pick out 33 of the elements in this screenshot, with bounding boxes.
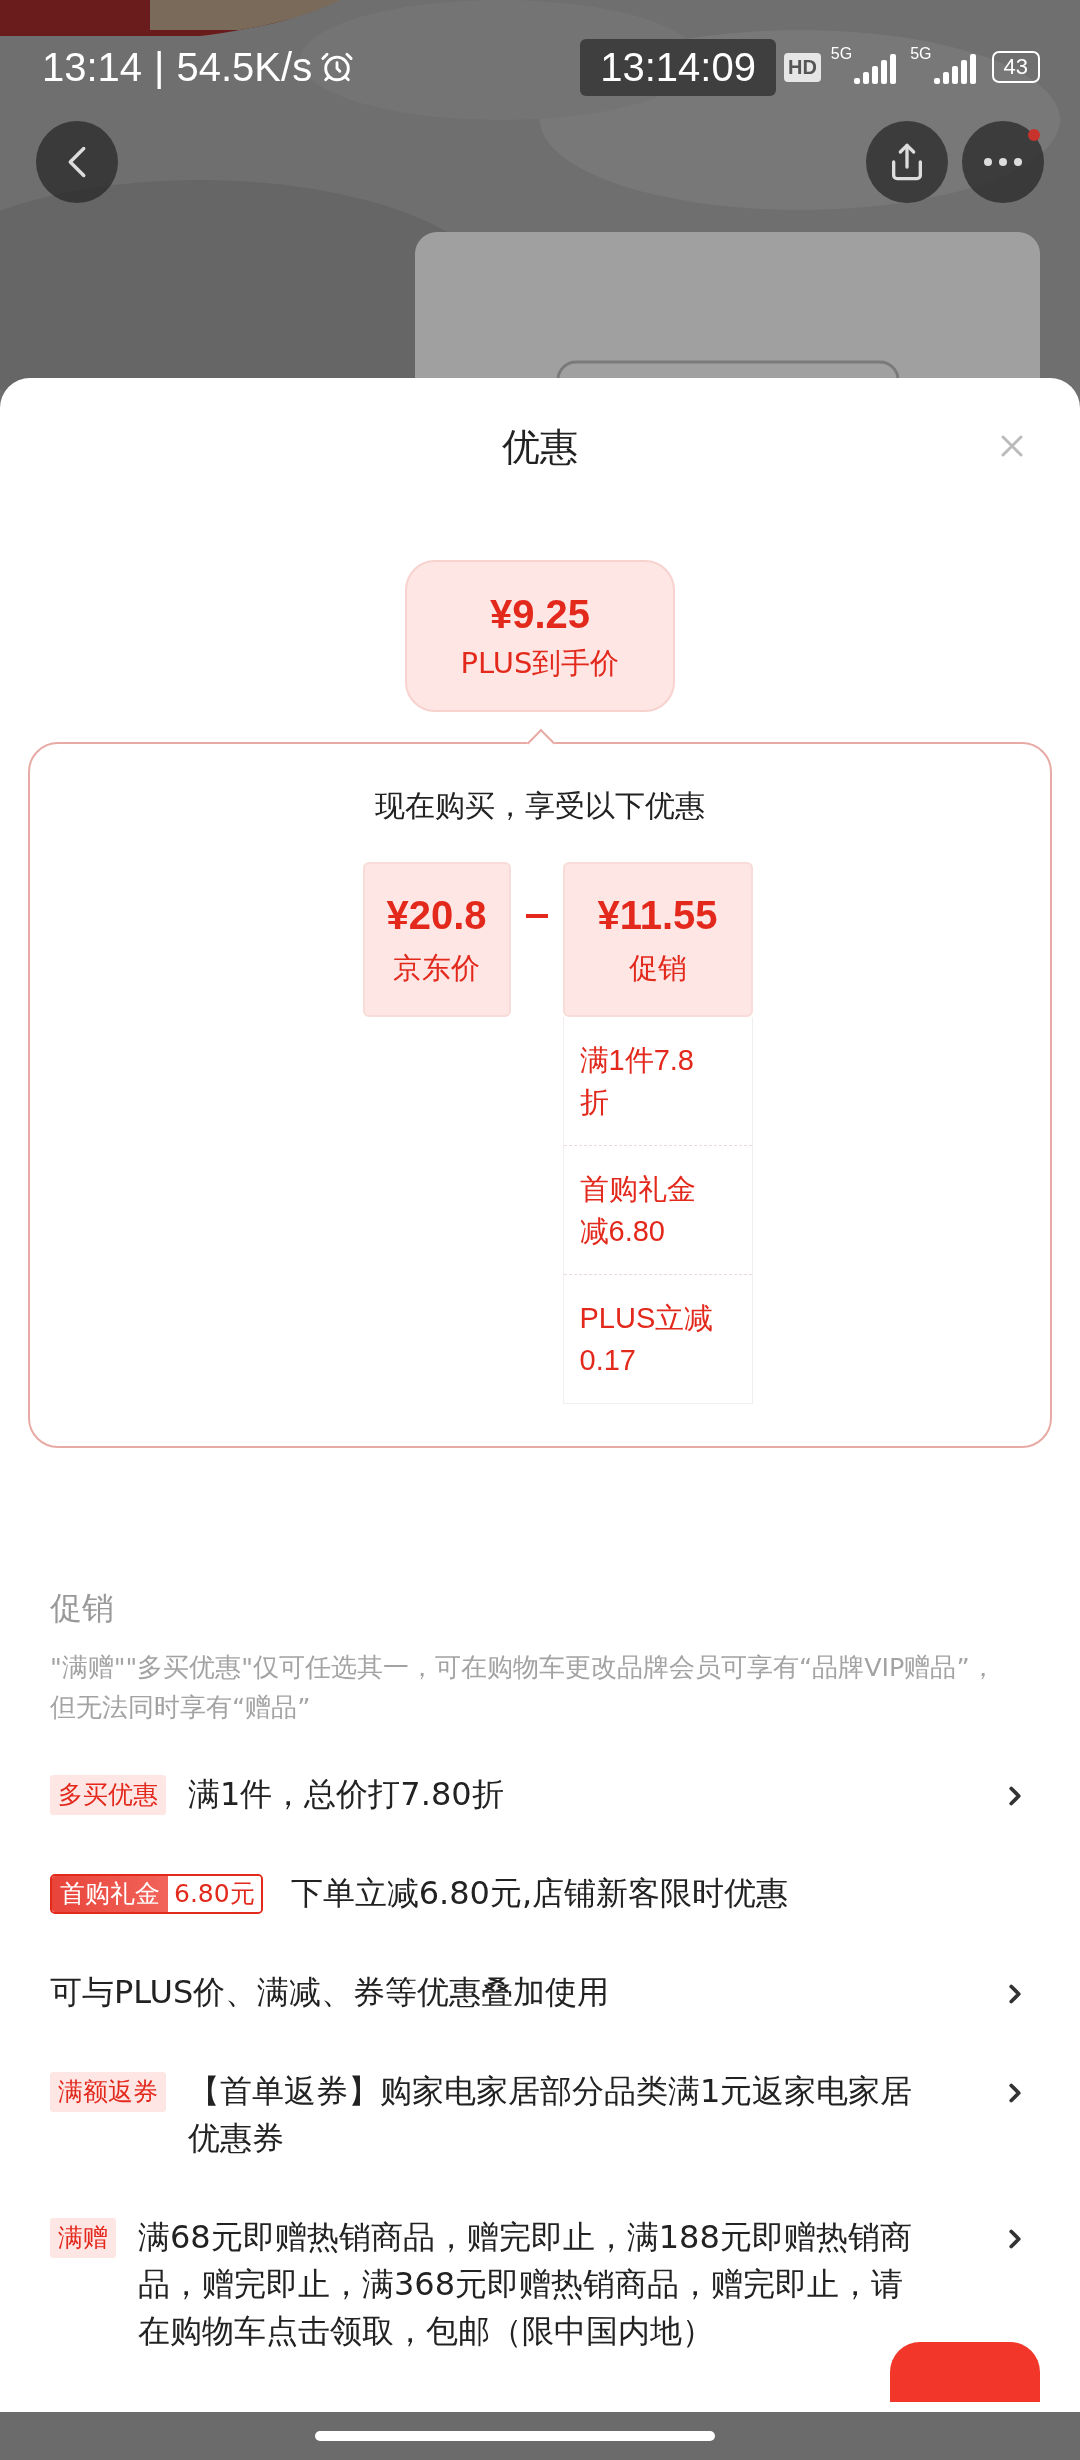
final-price: ¥9.25 (489, 591, 591, 636)
promotion-tag: 满赠 (50, 2218, 116, 2258)
promotion-text: 【首单返券】购家电家居部分品类满1元返家电家居优惠券 (188, 2071, 914, 2159)
section-title: 促销 (50, 1588, 115, 1629)
alarm-icon (320, 50, 355, 84)
more-icon (984, 158, 1022, 166)
network-speed: 54.5K/s (176, 44, 313, 90)
network-label: 5G (910, 45, 932, 63)
promo-amount: ¥11.55 (597, 893, 718, 938)
final-price-label: PLUS到手价 (460, 645, 620, 681)
battery-level: 43 (991, 51, 1040, 83)
promotion-text: 满1件，总价打7.80折 (188, 1774, 505, 1815)
promo-detail: 满1件7.8折 (578, 1043, 695, 1120)
promo-detail: PLUS立减0.17 (563, 1274, 752, 1403)
minus-icon (525, 914, 548, 918)
promotion-note: "满赠""多买优惠"仅可任选其一，可在购物车更改品牌会员可享有“品牌VIP赠品”，但无法同时享有“赠品” (50, 1651, 997, 1724)
base-price-label: 京东价 (393, 951, 480, 986)
status-separator: | (154, 44, 165, 90)
promotion-tag: 多买优惠 (50, 1775, 166, 1815)
breakdown-heading: 现在购买，享受以下优惠 (375, 787, 705, 825)
promotion-text: 可与PLUS价、满减、券等优惠叠加使用 (50, 1972, 611, 2013)
clock-time: 13:14:09 (580, 38, 776, 96)
promotion-text: 满68元即赠热销商品，赠完即止，满188元即赠热销商品，赠完即止，满368元即赠热销商品，赠完即止，请在购物车点击领取，包邮（限中国内地） (138, 2217, 913, 2352)
coupon-name: 首购礼金 (52, 1876, 168, 1912)
sheet-title: 优惠 (502, 424, 578, 471)
promotion-text: 下单立减6.80元,店铺新客限时优惠 (290, 1873, 790, 1914)
promo-label: 促销 (628, 951, 687, 986)
floating-button[interactable] (890, 2342, 1040, 2402)
promo-detail: 首购礼金减6.80 (563, 1145, 752, 1274)
base-price: ¥20.8 (386, 893, 487, 938)
status-time: 13:14 (42, 44, 143, 90)
network-label: 5G (830, 45, 853, 63)
promotion-tag: 满额返券 (50, 2072, 166, 2112)
